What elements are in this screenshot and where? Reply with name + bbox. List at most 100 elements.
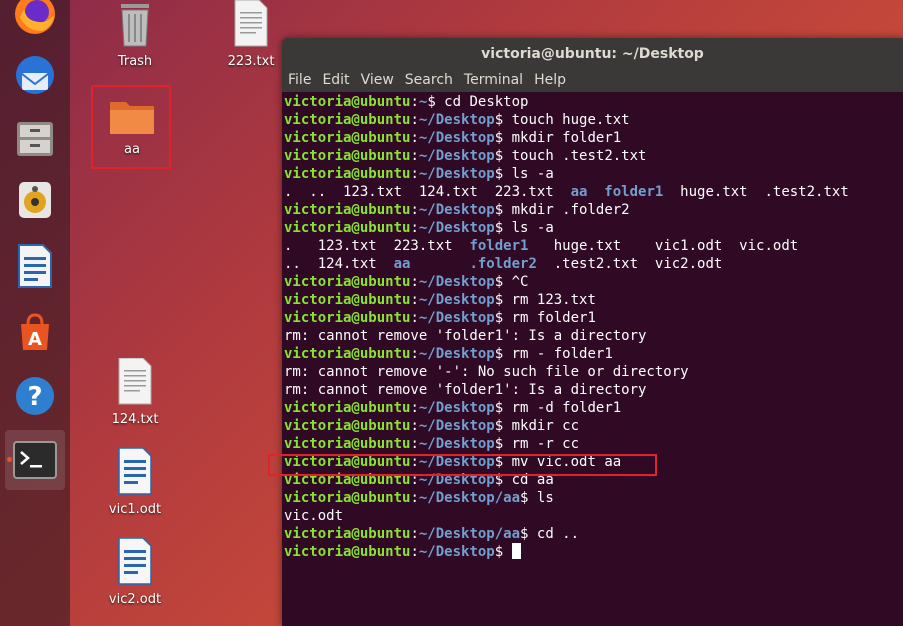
prompt-user: victoria@ubuntu bbox=[284, 166, 411, 182]
prompt-sep: : bbox=[410, 310, 419, 326]
command-text: ^C bbox=[503, 274, 529, 290]
command-text: cd Desktop bbox=[435, 94, 529, 110]
prompt-dollar: $ bbox=[494, 274, 504, 290]
command-text: mkdir folder1 bbox=[503, 130, 622, 146]
command-text: cd .. bbox=[528, 526, 580, 542]
output-text: .. 124.txt bbox=[284, 256, 394, 272]
output-text: huge.txt vic1.odt vic.odt bbox=[528, 238, 799, 254]
prompt-sep: : bbox=[410, 418, 419, 434]
menu-search[interactable]: Search bbox=[405, 72, 453, 88]
terminal-line: victoria@ubuntu:~/Desktop$ rm -r cc bbox=[284, 435, 903, 453]
prompt-dollar: $ bbox=[494, 148, 504, 164]
terminal-line: . .. 123.txt 124.txt 223.txt aa folder1 … bbox=[284, 183, 903, 201]
menu-file[interactable]: File bbox=[288, 72, 311, 88]
prompt-sep: : bbox=[410, 292, 419, 308]
output-text: rm: cannot remove '-': No such file or d… bbox=[284, 364, 689, 380]
command-text: rm 123.txt bbox=[503, 292, 596, 308]
prompt-path: ~/Desktop bbox=[418, 130, 495, 146]
command-text: rm -r cc bbox=[503, 436, 580, 452]
command-text: mkdir cc bbox=[503, 418, 580, 434]
menu-edit[interactable]: Edit bbox=[322, 72, 349, 88]
terminal-output[interactable]: victoria@ubuntu:~$ cd Desktop victoria@ub… bbox=[282, 92, 903, 561]
directory-name: folder1 bbox=[469, 238, 529, 254]
software-center-icon[interactable]: A bbox=[5, 302, 65, 362]
command-highlight-box bbox=[268, 454, 657, 476]
prompt-user: victoria@ubuntu bbox=[284, 526, 411, 542]
command-text bbox=[503, 544, 511, 560]
command-text: rm -d folder1 bbox=[503, 400, 622, 416]
prompt-path: ~/Desktop bbox=[418, 112, 495, 128]
prompt-user: victoria@ubuntu bbox=[284, 310, 411, 326]
firefox-icon[interactable] bbox=[5, 0, 65, 44]
prompt-dollar: $ bbox=[494, 346, 504, 362]
prompt-path: ~/Desktop bbox=[418, 148, 495, 164]
directory-name: aa bbox=[570, 184, 588, 200]
desktop-icon-vic1-odt[interactable]: vic1.odt bbox=[95, 447, 175, 517]
terminal-app-icon[interactable] bbox=[5, 430, 65, 490]
prompt-path: ~/Desktop bbox=[418, 202, 495, 218]
prompt-user: victoria@ubuntu bbox=[284, 418, 411, 434]
desktop-icon-label: 124.txt bbox=[111, 412, 159, 427]
text-cursor bbox=[511, 543, 521, 559]
terminal-line: vic.odt bbox=[284, 507, 903, 525]
desktop-icon-124-txt[interactable]: 124.txt bbox=[95, 357, 175, 427]
svg-text:A: A bbox=[28, 329, 42, 350]
desktop-icon-aa-folder[interactable]: aa bbox=[92, 96, 172, 157]
terminal-line: victoria@ubuntu:~$ cd Desktop bbox=[284, 93, 903, 111]
prompt-sep: : bbox=[410, 112, 419, 128]
prompt-user: victoria@ubuntu bbox=[284, 400, 411, 416]
terminal-line: victoria@ubuntu:~/Desktop$ rm -d folder1 bbox=[284, 399, 903, 417]
prompt-sep: : bbox=[410, 400, 419, 416]
prompt-sep: : bbox=[410, 526, 419, 542]
prompt-path: ~/Desktop bbox=[418, 346, 495, 362]
prompt-sep: : bbox=[410, 148, 419, 164]
terminal-line: victoria@ubuntu:~/Desktop$ ^C bbox=[284, 273, 903, 291]
output-text: rm: cannot remove 'folder1': Is a direct… bbox=[284, 382, 647, 398]
command-text: touch huge.txt bbox=[503, 112, 630, 128]
thunderbird-icon[interactable] bbox=[5, 46, 65, 106]
output-text: vic.odt bbox=[284, 508, 344, 524]
terminal-line: .. 124.txt aa .folder2 .test2.txt vic2.o… bbox=[284, 255, 903, 273]
prompt-user: victoria@ubuntu bbox=[284, 490, 411, 506]
desktop-icon-223-txt[interactable]: 223.txt bbox=[211, 0, 291, 69]
menu-terminal[interactable]: Terminal bbox=[464, 72, 523, 88]
help-icon[interactable]: ? bbox=[5, 366, 65, 426]
prompt-dollar: $ bbox=[494, 436, 504, 452]
writer-icon[interactable] bbox=[5, 236, 65, 296]
terminal-line: victoria@ubuntu:~/Desktop$ mkdir .folder… bbox=[284, 201, 903, 219]
terminal-line: rm: cannot remove '-': No such file or d… bbox=[284, 363, 903, 381]
folder-icon bbox=[110, 102, 154, 134]
text-file-icon bbox=[234, 0, 268, 47]
text-file-icon bbox=[118, 357, 152, 405]
desktop-icon-label: vic2.odt bbox=[108, 592, 162, 607]
prompt-sep: : bbox=[410, 202, 419, 218]
prompt-dollar: $ bbox=[494, 544, 504, 560]
terminal-line: victoria@ubuntu:~/Desktop$ mkdir cc bbox=[284, 417, 903, 435]
writer-document-icon bbox=[118, 447, 152, 495]
desktop-icon-trash[interactable]: Trash bbox=[95, 0, 175, 69]
output-text: rm: cannot remove 'folder1': Is a direct… bbox=[284, 328, 647, 344]
terminal-menubar: File Edit View Search Terminal Help bbox=[282, 70, 903, 92]
files-icon[interactable] bbox=[5, 108, 65, 168]
prompt-path: ~/Desktop bbox=[418, 310, 495, 326]
prompt-user: victoria@ubuntu bbox=[284, 94, 411, 110]
trash-icon bbox=[121, 4, 149, 47]
command-text: touch .test2.txt bbox=[503, 148, 647, 164]
prompt-dollar: $ bbox=[494, 220, 504, 236]
terminal-title[interactable]: victoria@ubuntu: ~/Desktop bbox=[282, 38, 903, 70]
menu-help[interactable]: Help bbox=[534, 72, 566, 88]
menu-view[interactable]: View bbox=[361, 72, 394, 88]
prompt-dollar: $ bbox=[494, 202, 504, 218]
prompt-sep: : bbox=[410, 544, 419, 560]
prompt-dollar: $ bbox=[494, 418, 504, 434]
terminal-line: victoria@ubuntu:~/Desktop$ touch huge.tx… bbox=[284, 111, 903, 129]
prompt-path: ~/Desktop/aa bbox=[418, 490, 521, 506]
prompt-user: victoria@ubuntu bbox=[284, 220, 411, 236]
terminal-window[interactable]: victoria@ubuntu: ~/Desktop File Edit View S… bbox=[282, 38, 903, 626]
desktop-icon-vic2-odt[interactable]: vic2.odt bbox=[95, 537, 175, 607]
terminal-line: victoria@ubuntu:~/Desktop$ rm folder1 bbox=[284, 309, 903, 327]
prompt-user: victoria@ubuntu bbox=[284, 346, 411, 362]
rhythmbox-icon[interactable] bbox=[5, 170, 65, 230]
prompt-user: victoria@ubuntu bbox=[284, 112, 411, 128]
